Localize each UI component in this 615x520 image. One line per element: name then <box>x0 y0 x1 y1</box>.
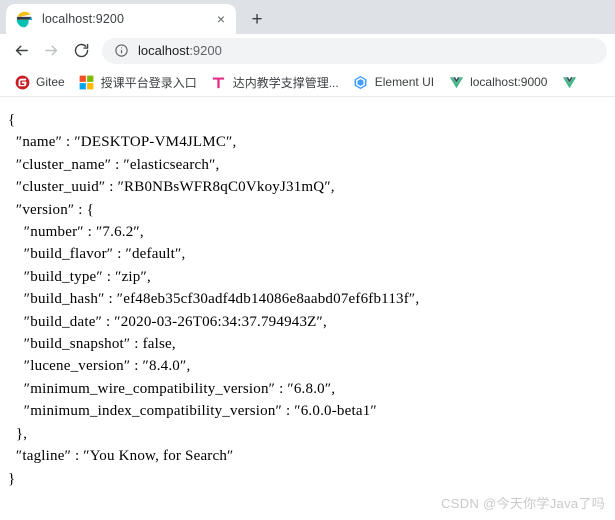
new-tab-button[interactable]: + <box>242 5 272 33</box>
bookmark-tedu-teaching-support[interactable]: 达内教学支撑管理... <box>205 71 345 93</box>
vue-icon <box>561 74 577 90</box>
reload-button[interactable] <box>68 38 94 64</box>
bookmark-vue-extra[interactable] <box>555 71 589 93</box>
bookmarks-bar: Gitee 授课平台登录入口 达内教学支撑管理... Element UI lo… <box>0 68 615 97</box>
url-host: localhost <box>138 43 190 58</box>
close-icon[interactable]: × <box>212 10 230 28</box>
bookmark-teaching-platform-login[interactable]: 授课平台登录入口 <box>73 71 203 93</box>
tab-strip: localhost:9200 × + <box>0 0 615 34</box>
element-ui-icon <box>353 74 369 90</box>
tab-title: localhost:9200 <box>42 12 125 26</box>
bookmark-label: localhost:9000 <box>470 75 548 89</box>
forward-button[interactable] <box>38 38 64 64</box>
elasticsearch-logo-icon <box>16 10 33 28</box>
browser-window: localhost:9200 × + localhost:9200 Gitee … <box>0 0 615 520</box>
microsoft-squares-icon <box>79 74 95 90</box>
navigation-toolbar: localhost:9200 <box>0 34 615 68</box>
bookmark-label: 达内教学支撑管理... <box>232 75 339 90</box>
bookmark-label: 授课平台登录入口 <box>100 75 197 90</box>
tedu-t-icon <box>211 74 227 90</box>
gitee-icon <box>14 74 30 90</box>
url-port: :9200 <box>189 43 222 58</box>
bookmark-localhost-9000[interactable]: localhost:9000 <box>442 71 553 93</box>
bookmark-gitee[interactable]: Gitee <box>8 71 71 93</box>
bookmark-label: Element UI <box>374 75 435 89</box>
vue-icon <box>448 74 464 90</box>
bookmark-label: Gitee <box>36 75 65 89</box>
csdn-watermark: CSDN @今天你学Java了吗 <box>441 496 605 511</box>
address-bar-url: localhost:9200 <box>138 43 222 58</box>
back-button[interactable] <box>8 38 34 64</box>
info-circle-icon[interactable] <box>114 43 129 58</box>
tab-localhost-9200[interactable]: localhost:9200 × <box>6 4 236 34</box>
json-response-body: { ″name″ : ″DESKTOP-VM4JLMC″, ″cluster_n… <box>8 112 420 487</box>
page-content: { ″name″ : ″DESKTOP-VM4JLMC″, ″cluster_n… <box>0 97 615 520</box>
address-bar[interactable]: localhost:9200 <box>102 37 607 64</box>
bookmark-element-ui[interactable]: Element UI <box>347 71 440 93</box>
